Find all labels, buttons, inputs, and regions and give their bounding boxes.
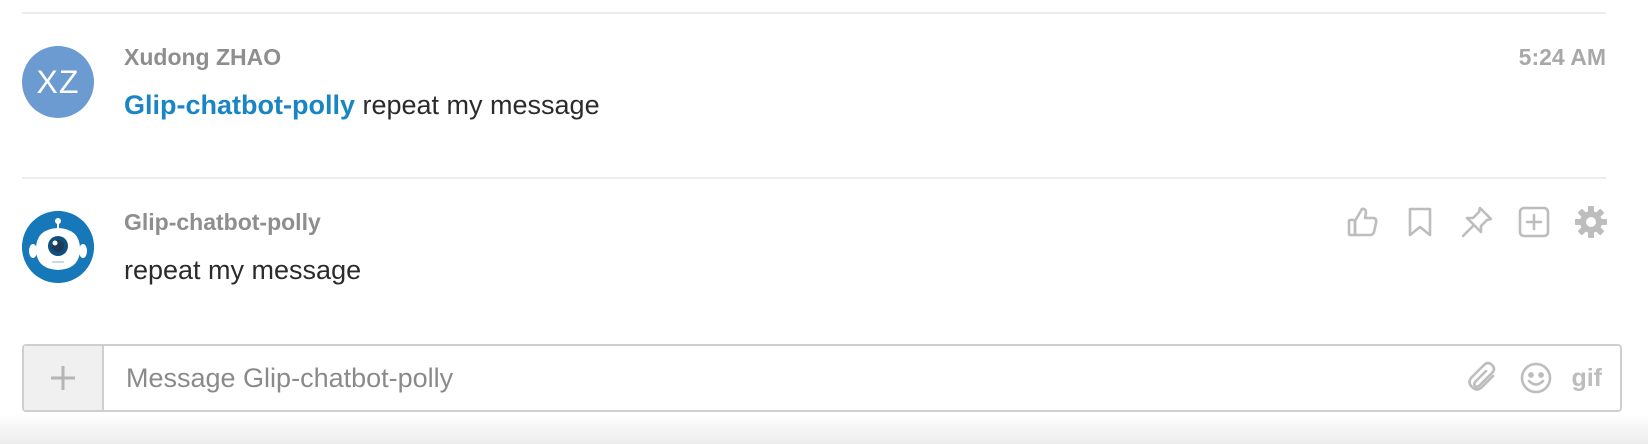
avatar-initials: XZ xyxy=(36,63,80,100)
post-message: repeat my message xyxy=(124,255,362,285)
add-attachment-button[interactable] xyxy=(24,346,104,410)
bookmark-icon[interactable] xyxy=(1403,205,1437,239)
post-item: Glip-chatbot-polly repeat my message xyxy=(0,205,1648,335)
divider xyxy=(22,12,1606,14)
add-icon[interactable] xyxy=(1517,205,1551,239)
like-icon[interactable] xyxy=(1346,205,1380,239)
post-message: Glip-chatbot-polly repeat my message xyxy=(124,90,600,121)
pin-icon[interactable] xyxy=(1460,205,1494,239)
post-actions xyxy=(1346,205,1608,239)
post-item: XZ Xudong ZHAO 5:24 AM Glip-chatbot-poll… xyxy=(0,40,1648,170)
paperclip-icon[interactable] xyxy=(1467,361,1501,395)
message-input[interactable] xyxy=(104,346,1404,410)
post-message-text: repeat my message xyxy=(354,90,600,120)
message-composer: gif xyxy=(22,344,1622,412)
footer-shade xyxy=(0,414,1648,444)
divider xyxy=(22,177,1606,179)
bot-avatar[interactable] xyxy=(22,211,94,283)
gear-icon[interactable] xyxy=(1574,205,1608,239)
composer-tools: gif xyxy=(1467,346,1602,410)
post-author[interactable]: Glip-chatbot-polly xyxy=(124,209,321,236)
post-author[interactable]: Xudong ZHAO xyxy=(124,44,281,71)
plus-icon xyxy=(51,366,75,390)
avatar[interactable]: XZ xyxy=(22,46,94,118)
emoji-icon[interactable] xyxy=(1519,361,1553,395)
gif-button[interactable]: gif xyxy=(1571,364,1602,393)
post-time: 5:24 AM xyxy=(1518,44,1606,70)
robot-icon xyxy=(22,211,94,283)
conversation-view: XZ Xudong ZHAO 5:24 AM Glip-chatbot-poll… xyxy=(0,0,1648,444)
mention-link[interactable]: Glip-chatbot-polly xyxy=(124,90,355,120)
